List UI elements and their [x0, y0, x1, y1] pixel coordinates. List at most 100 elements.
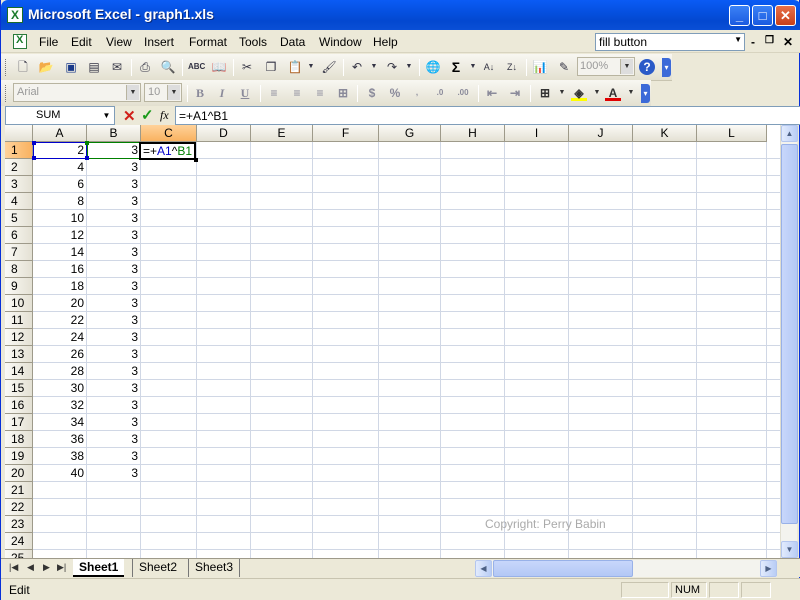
cell-a2[interactable]: 4: [33, 159, 87, 176]
doc-minimize-button[interactable]: -: [751, 35, 755, 49]
comma-style-icon[interactable]: ,: [409, 85, 425, 101]
cell-a8[interactable]: 16: [33, 261, 87, 278]
menu-help[interactable]: Help: [373, 35, 398, 49]
row-header-15[interactable]: 15: [5, 380, 33, 397]
copy-icon[interactable]: ❐: [263, 59, 279, 75]
cell-b4[interactable]: 3: [87, 193, 141, 210]
row-header-21[interactable]: 21: [5, 482, 33, 499]
workbook-icon[interactable]: [9, 33, 31, 51]
cell-b8[interactable]: 3: [87, 261, 141, 278]
menu-view[interactable]: View: [106, 35, 132, 49]
align-left-icon[interactable]: ≡: [266, 85, 282, 101]
cell-b17[interactable]: 3: [87, 414, 141, 431]
cell-a9[interactable]: 18: [33, 278, 87, 295]
horizontal-scroll-thumb[interactable]: [493, 560, 633, 577]
name-box[interactable]: SUM ▼: [5, 106, 115, 125]
chevron-down-icon[interactable]: ▼: [589, 85, 605, 101]
cell-a16[interactable]: 32: [33, 397, 87, 414]
borders-icon[interactable]: ⊞: [537, 85, 553, 101]
menu-format[interactable]: Format: [189, 35, 227, 49]
row-header-2[interactable]: 2: [5, 159, 33, 176]
chevron-down-icon[interactable]: ▼: [623, 85, 639, 101]
chevron-down-icon[interactable]: ▼: [734, 35, 742, 44]
row-header-11[interactable]: 11: [5, 312, 33, 329]
chevron-down-icon[interactable]: ▼: [100, 108, 113, 123]
worksheet-grid[interactable]: ABCDEFGHIJKL 1 2 3 4 5 6 7 8 9 10 11 12 13 14 15 16 17 18…: [5, 125, 780, 558]
sort-ascending-icon[interactable]: A↓: [481, 59, 497, 75]
row-header-16[interactable]: 16: [5, 397, 33, 414]
vertical-scrollbar[interactable]: ▲ ▼: [780, 125, 798, 558]
horizontal-scrollbar[interactable]: ◀ ▶: [475, 560, 777, 577]
align-right-icon[interactable]: ≡: [312, 85, 328, 101]
cancel-icon[interactable]: ✕: [123, 107, 136, 125]
font-select[interactable]: Arial ▼: [13, 83, 141, 102]
column-header-h[interactable]: H: [441, 125, 505, 142]
sheet-tab-sheet1[interactable]: Sheet1: [73, 559, 125, 577]
undo-icon[interactable]: ↶: [349, 59, 365, 75]
bold-button[interactable]: B: [192, 85, 208, 101]
column-header-b[interactable]: B: [87, 125, 141, 142]
cell-a19[interactable]: 38: [33, 448, 87, 465]
sheet-tab-sheet3[interactable]: Sheet3: [188, 559, 241, 577]
cell-a14[interactable]: 28: [33, 363, 87, 380]
cell-b14[interactable]: 3: [87, 363, 141, 380]
row-header-14[interactable]: 14: [5, 363, 33, 380]
permission-icon[interactable]: ▤: [86, 59, 102, 75]
menu-file[interactable]: File: [39, 35, 58, 49]
column-header-d[interactable]: D: [197, 125, 251, 142]
email-icon[interactable]: ✉: [109, 59, 125, 75]
cell-b2[interactable]: 3: [87, 159, 141, 176]
column-header-i[interactable]: I: [505, 125, 569, 142]
menu-edit[interactable]: Edit: [71, 35, 92, 49]
cell-b9[interactable]: 3: [87, 278, 141, 295]
row-header-9[interactable]: 9: [5, 278, 33, 295]
cut-icon[interactable]: ✂: [239, 59, 255, 75]
paste-icon[interactable]: 📋: [287, 59, 303, 75]
cell-b3[interactable]: 3: [87, 176, 141, 193]
chevron-down-icon[interactable]: ▼: [465, 59, 481, 75]
minimize-button[interactable]: _: [729, 5, 750, 26]
column-header-k[interactable]: K: [633, 125, 697, 142]
column-header-l[interactable]: L: [697, 125, 767, 142]
row-header-8[interactable]: 8: [5, 261, 33, 278]
title-bar[interactable]: Microsoft Excel - graph1.xls _ □ ✕: [1, 0, 800, 30]
menu-insert[interactable]: Insert: [144, 35, 174, 49]
sort-descending-icon[interactable]: Z↓: [504, 59, 520, 75]
cell-a3[interactable]: 6: [33, 176, 87, 193]
decrease-indent-icon[interactable]: ⇤: [484, 85, 500, 101]
row-header-24[interactable]: 24: [5, 533, 33, 550]
row-header-25[interactable]: 25: [5, 550, 33, 558]
cell-b19[interactable]: 3: [87, 448, 141, 465]
print-icon[interactable]: ⎙: [137, 59, 153, 75]
range-handle[interactable]: [32, 141, 36, 145]
toolbar-options-icon[interactable]: ▾: [662, 58, 671, 77]
cell-b10[interactable]: 3: [87, 295, 141, 312]
range-handle[interactable]: [85, 156, 89, 160]
print-preview-icon[interactable]: 🔍: [160, 59, 176, 75]
scroll-up-icon[interactable]: ▲: [781, 125, 798, 142]
formula-input[interactable]: =+A1^B1: [175, 106, 800, 125]
column-header-e[interactable]: E: [251, 125, 313, 142]
row-header-1[interactable]: 1: [5, 142, 33, 159]
cell-a13[interactable]: 26: [33, 346, 87, 363]
menu-tools[interactable]: Tools: [239, 35, 267, 49]
scroll-right-icon[interactable]: ▶: [760, 560, 777, 577]
autosum-icon[interactable]: Σ: [448, 59, 464, 75]
chevron-down-icon[interactable]: ▼: [303, 59, 319, 75]
range-handle[interactable]: [32, 156, 36, 160]
currency-button[interactable]: $: [364, 85, 380, 101]
cell-a11[interactable]: 22: [33, 312, 87, 329]
select-all-corner[interactable]: [5, 125, 33, 142]
redo-icon[interactable]: ↷: [384, 59, 400, 75]
vertical-scroll-thumb[interactable]: [781, 144, 798, 524]
enter-icon[interactable]: ✓: [141, 106, 154, 124]
first-sheet-icon[interactable]: |◀: [9, 562, 18, 573]
cell-b18[interactable]: 3: [87, 431, 141, 448]
cell-a20[interactable]: 40: [33, 465, 87, 482]
cell-b6[interactable]: 3: [87, 227, 141, 244]
column-header-c[interactable]: C: [141, 125, 197, 142]
row-header-13[interactable]: 13: [5, 346, 33, 363]
scroll-down-icon[interactable]: ▼: [781, 541, 798, 558]
row-header-4[interactable]: 4: [5, 193, 33, 210]
cell-b15[interactable]: 3: [87, 380, 141, 397]
